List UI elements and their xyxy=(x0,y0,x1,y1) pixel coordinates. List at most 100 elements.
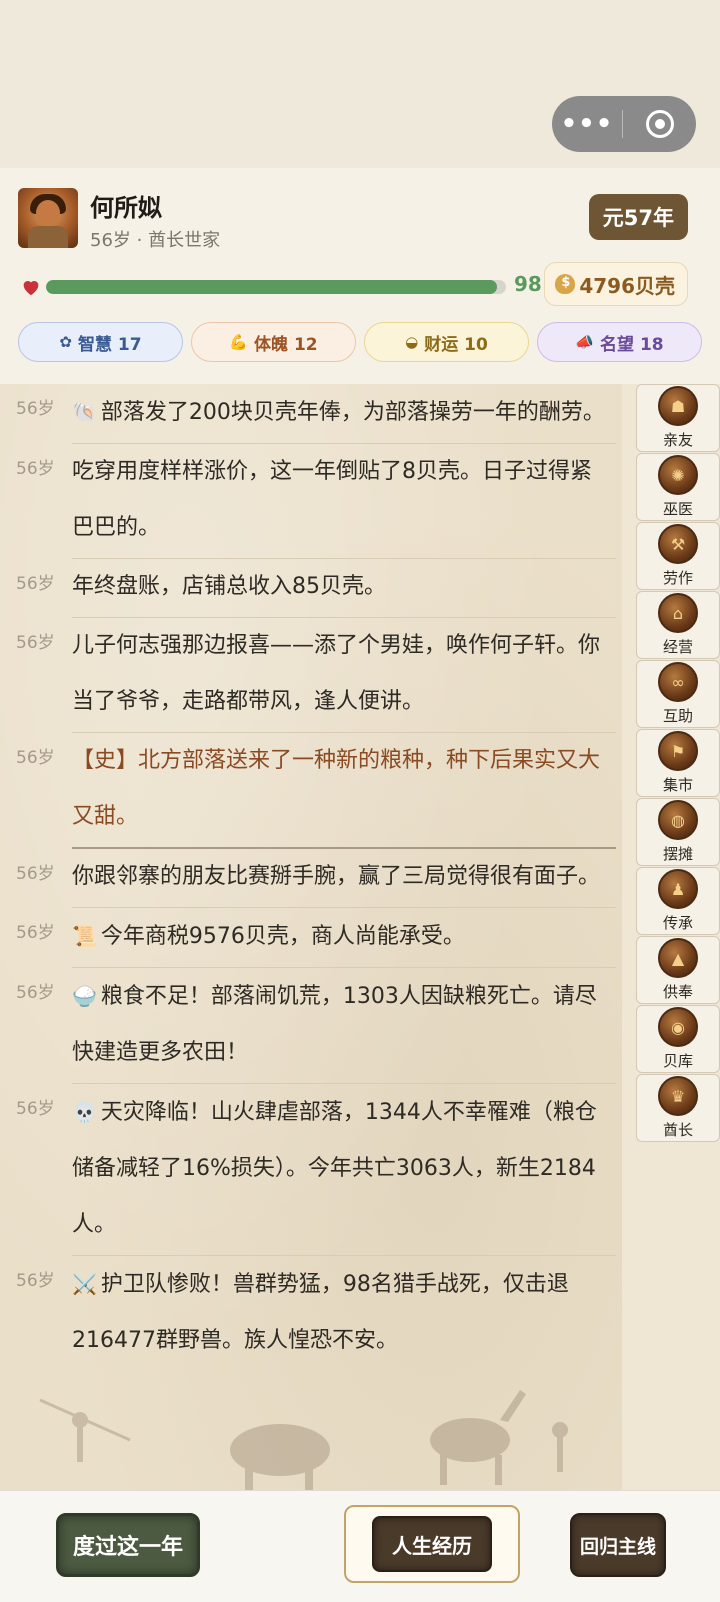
stat-reputation[interactable]: 📣 名望 18 xyxy=(537,322,702,362)
nav-stall[interactable]: ◍ 摆摊 xyxy=(636,798,720,866)
log-text: 年终盘账，店铺总收入85贝壳。 xyxy=(72,574,386,599)
health-bar xyxy=(46,280,506,294)
log-age: 56岁 xyxy=(16,864,55,884)
tools-icon: ⚒ xyxy=(658,524,698,564)
close-target-icon[interactable] xyxy=(623,110,696,138)
nav-label: 亲友 xyxy=(662,431,693,449)
nav-heritage[interactable]: ♟ 传承 xyxy=(636,867,720,935)
life-log[interactable]: 56岁 🐚 部落发了200块贝壳年俸，为部落操劳一年的酬劳。 56岁 吃穿用度样样… xyxy=(0,384,622,1490)
money-badge[interactable]: 4796贝壳 xyxy=(544,262,688,306)
nav-label: 贝库 xyxy=(662,1052,693,1070)
stat-fortune[interactable]: ◒ 财运 10 xyxy=(364,322,529,362)
more-icon[interactable]: ••• xyxy=(552,109,622,139)
log-entry: 56岁 🐚 部落发了200块贝壳年俸，为部落操劳一年的酬劳。 xyxy=(0,384,622,444)
profile-header: 何所姒 56岁 · 酋长世家 元57年 98 4796贝壳 ✿ 智慧 17 💪 … xyxy=(0,168,720,384)
log-text: 【史】北方部落送来了一种新的粮种，种下后果实又大又甜。 xyxy=(72,748,601,829)
log-entry: 56岁 你跟邻寨的朋友比赛掰手腕，赢了三局觉得很有面子。 xyxy=(0,849,622,908)
money-bag-icon xyxy=(555,274,576,294)
bottom-action-bar: 度过这一年 人生经历 回归主线 xyxy=(0,1490,720,1602)
nav-label: 劳作 xyxy=(662,569,693,587)
market-icon: ⚑ xyxy=(658,731,698,771)
log-entry: 56岁 🍚 粮食不足！部落闹饥荒，1303人因缺粮死亡。请尽快建造更多农田！ xyxy=(0,968,622,1084)
log-entry: 56岁 吃穿用度样样涨价，这一年倒贴了8贝壳。日子过得紧巴巴的。 xyxy=(0,444,622,559)
megaphone-icon: 📣 xyxy=(575,333,595,351)
chief-icon: ♛ xyxy=(658,1076,698,1116)
main-line-button[interactable]: 回归主线 xyxy=(570,1513,666,1577)
shell-icon: 🐚 xyxy=(72,400,97,424)
muscle-icon: 💪 xyxy=(229,333,249,351)
rice-bowl-icon: 🍚 xyxy=(72,984,97,1008)
log-text: 吃穿用度样样涨价，这一年倒贴了8贝壳。日子过得紧巴巴的。 xyxy=(72,459,592,540)
scroll-icon: 📜 xyxy=(72,924,97,948)
stat-wisdom-label: 智慧 17 xyxy=(78,334,142,355)
log-text: 你跟邻寨的朋友比赛掰手腕，赢了三局觉得很有面子。 xyxy=(72,864,601,889)
log-text: 护卫队惨败！兽群势猛，98名猎手战死，仅击退216477群野兽。族人惶恐不安。 xyxy=(72,1272,569,1353)
log-entry: 56岁 ⚔️ 护卫队惨败！兽群势猛，98名猎手战死，仅击退216477群野兽。族人… xyxy=(0,1256,622,1371)
log-age: 56岁 xyxy=(16,633,55,653)
nav-mutual-aid[interactable]: ∞ 互助 xyxy=(636,660,720,728)
stat-physique-label: 体魄 12 xyxy=(254,334,318,355)
nav-chief[interactable]: ♛ 酋长 xyxy=(636,1074,720,1142)
nav-business[interactable]: ⌂ 经营 xyxy=(636,591,720,659)
health-value: 98 xyxy=(514,272,542,296)
stats-row: ✿ 智慧 17 💪 体魄 12 ◒ 财运 10 📣 名望 18 xyxy=(18,322,702,362)
stat-reputation-label: 名望 18 xyxy=(600,334,664,355)
life-history-button[interactable]: 人生经历 xyxy=(372,1516,492,1572)
money-value: 4796贝壳 xyxy=(579,273,675,298)
stat-fortune-label: 财运 10 xyxy=(424,334,488,355)
log-age: 56岁 xyxy=(16,748,55,768)
log-text: 部落发了200块贝壳年俸，为部落操劳一年的酬劳。 xyxy=(100,400,605,425)
nav-market[interactable]: ⚑ 集市 xyxy=(636,729,720,797)
side-nav: ☗ 亲友 ✺ 巫医 ⚒ 劳作 ⌂ 经营 ∞ 互助 ⚑ 集市 ◍ 摆摊 ♟ 传承 … xyxy=(636,384,720,1143)
nav-family[interactable]: ☗ 亲友 xyxy=(636,384,720,452)
family-icon: ☗ xyxy=(658,386,698,426)
log-entry-history: 56岁 【史】北方部落送来了一种新的粮种，种下后果实又大又甜。 xyxy=(0,733,622,849)
log-text: 天灾降临！山火肆虐部落，1344人不幸罹难（粮仓储备减轻了16%损失）。今年共亡… xyxy=(72,1100,597,1237)
mini-program-capsule[interactable]: ••• xyxy=(552,96,696,152)
nav-label: 巫医 xyxy=(662,500,693,518)
nav-label: 传承 xyxy=(662,914,693,932)
player-name: 何所姒 xyxy=(90,194,162,222)
skull-icon: 💀 xyxy=(72,1100,97,1124)
pass-year-button[interactable]: 度过这一年 xyxy=(56,1513,200,1577)
log-entry: 56岁 💀 天灾降临！山火肆虐部落，1344人不幸罹难（粮仓储备减轻了16%损失）… xyxy=(0,1084,622,1256)
heritage-icon: ♟ xyxy=(658,869,698,909)
life-history-tab[interactable]: 人生经历 xyxy=(344,1505,520,1583)
log-age: 56岁 xyxy=(16,459,55,479)
log-entry: 56岁 儿子何志强那边报喜——添了个男娃，唤作何子轩。你当了爷爷，走路都带风，逢… xyxy=(0,618,622,733)
nav-label: 经营 xyxy=(662,638,693,656)
stall-icon: ◍ xyxy=(658,800,698,840)
stat-wisdom[interactable]: ✿ 智慧 17 xyxy=(18,322,183,362)
nav-label: 摆摊 xyxy=(662,845,693,863)
nav-labor[interactable]: ⚒ 劳作 xyxy=(636,522,720,590)
avatar[interactable] xyxy=(18,188,78,248)
nav-offering[interactable]: ▲ 供奉 xyxy=(636,936,720,1004)
log-entry: 56岁 年终盘账，店铺总收入85贝壳。 xyxy=(0,559,622,618)
brain-icon: ✿ xyxy=(59,333,72,351)
nav-label: 集市 xyxy=(662,776,693,794)
log-age: 56岁 xyxy=(16,923,55,943)
nav-treasury[interactable]: ◉ 贝库 xyxy=(636,1005,720,1073)
nav-label: 互助 xyxy=(662,707,693,725)
health-bar-fill xyxy=(46,280,497,294)
log-age: 56岁 xyxy=(16,1099,55,1119)
top-status-area: ••• xyxy=(0,0,720,168)
nav-label: 酋长 xyxy=(662,1121,693,1139)
heart-icon xyxy=(23,281,39,296)
crossed-swords-icon: ⚔️ xyxy=(72,1272,97,1296)
nav-label: 供奉 xyxy=(662,983,693,1001)
log-age: 56岁 xyxy=(16,1271,55,1291)
log-text: 儿子何志强那边报喜——添了个男娃，唤作何子轩。你当了爷爷，走路都带风，逢人便讲。 xyxy=(72,633,601,714)
shop-icon: ⌂ xyxy=(658,593,698,633)
handshake-icon: ∞ xyxy=(658,662,698,702)
player-subtitle: 56岁 · 酋长世家 xyxy=(90,230,221,251)
log-text: 粮食不足！部落闹饥荒，1303人因缺粮死亡。请尽快建造更多农田！ xyxy=(72,984,597,1065)
log-entry: 56岁 📜 今年商税9576贝壳，商人尚能承受。 xyxy=(0,908,622,968)
log-text: 今年商税9576贝壳，商人尚能承受。 xyxy=(100,924,465,949)
log-age: 56岁 xyxy=(16,574,55,594)
gold-ingot-icon: ◒ xyxy=(405,333,419,351)
nav-shaman[interactable]: ✺ 巫医 xyxy=(636,453,720,521)
log-age: 56岁 xyxy=(16,399,55,419)
stat-physique[interactable]: 💪 体魄 12 xyxy=(191,322,356,362)
shaman-icon: ✺ xyxy=(658,455,698,495)
